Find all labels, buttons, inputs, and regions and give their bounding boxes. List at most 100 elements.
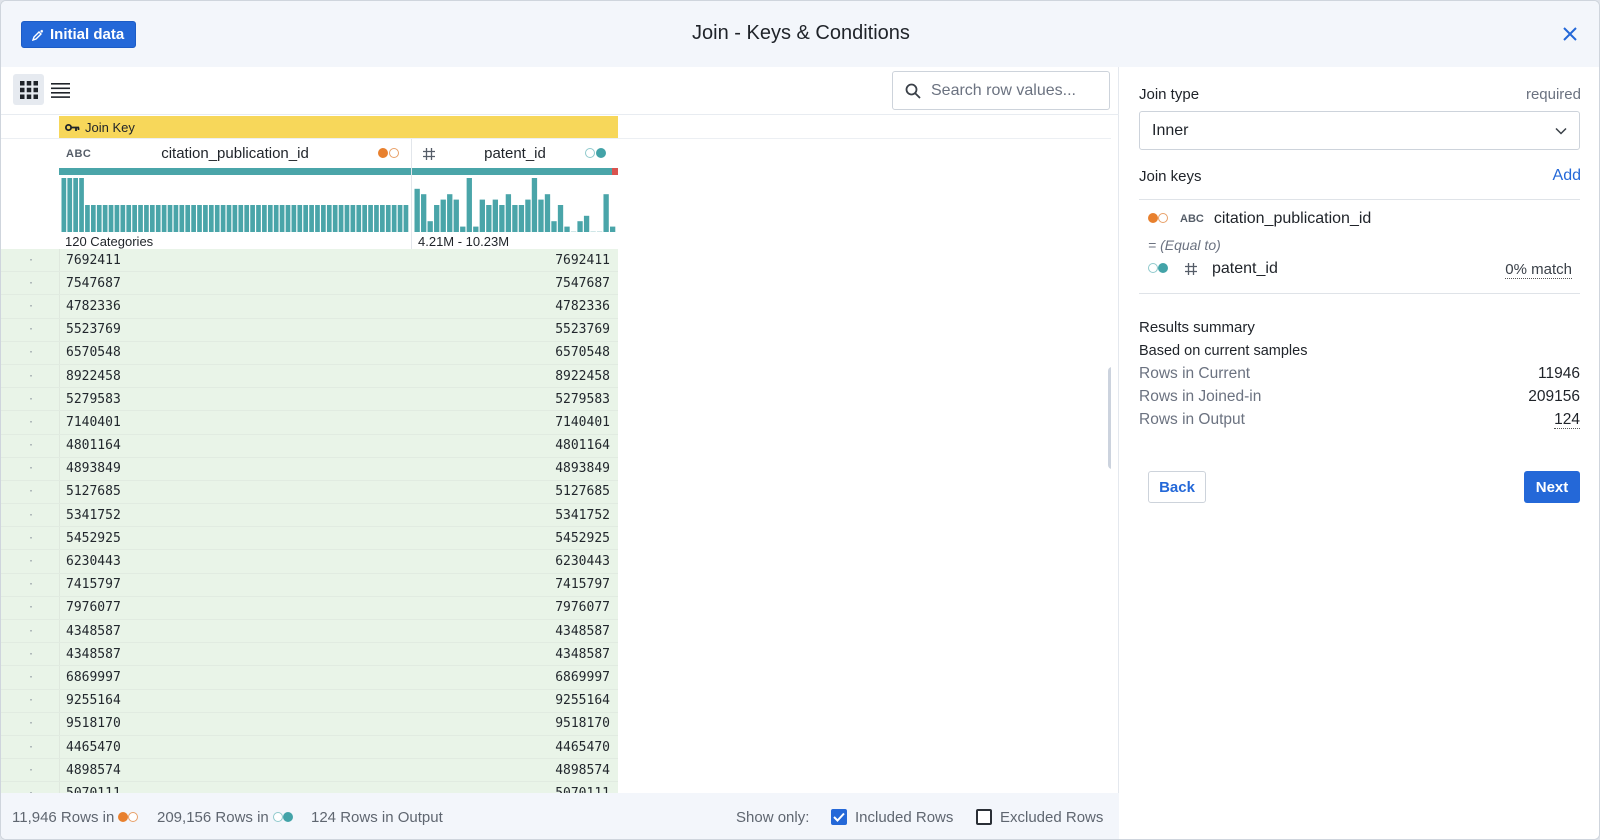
histogram-bar[interactable] bbox=[232, 205, 238, 232]
histogram-bar[interactable] bbox=[583, 215, 590, 232]
histogram-bar[interactable] bbox=[161, 205, 167, 232]
table-row[interactable]: · 4782336 4782336 bbox=[1, 295, 618, 319]
cell-patent-id[interactable]: 5279583 bbox=[555, 392, 610, 407]
histogram-bar[interactable] bbox=[460, 226, 466, 232]
table-row[interactable]: · 4893849 4893849 bbox=[1, 457, 618, 481]
histogram-bar[interactable] bbox=[309, 205, 314, 232]
search-input[interactable] bbox=[931, 81, 1101, 100]
right-join-key[interactable]: patent_id bbox=[1148, 260, 1278, 278]
histogram-bar[interactable] bbox=[238, 205, 244, 232]
cell-citation-publication-id[interactable]: 7692411 bbox=[66, 253, 121, 268]
cell-patent-id[interactable]: 4898574 bbox=[555, 763, 610, 778]
table-row[interactable]: · 6869997 6869997 bbox=[1, 666, 618, 690]
histogram-bar[interactable] bbox=[226, 205, 232, 232]
histogram-bar[interactable] bbox=[250, 205, 255, 232]
next-button[interactable]: Next bbox=[1524, 471, 1580, 503]
join-operator[interactable]: = (Equal to) bbox=[1148, 237, 1221, 253]
list-view-button[interactable] bbox=[45, 74, 76, 105]
cell-citation-publication-id[interactable]: 4465470 bbox=[66, 740, 121, 755]
cell-citation-publication-id[interactable]: 4348587 bbox=[66, 647, 121, 662]
histogram-bar[interactable] bbox=[577, 221, 583, 232]
histogram-bar[interactable] bbox=[603, 194, 609, 232]
cell-citation-publication-id[interactable]: 9255164 bbox=[66, 693, 121, 708]
cell-citation-publication-id[interactable]: 4348587 bbox=[66, 624, 121, 639]
left-join-key[interactable]: ABC citation_publication_id bbox=[1148, 210, 1371, 228]
histogram-bar[interactable] bbox=[61, 178, 67, 232]
join-type-select[interactable]: Inner bbox=[1139, 111, 1580, 150]
histogram-bar[interactable] bbox=[179, 205, 185, 232]
table-row[interactable]: · 4465470 4465470 bbox=[1, 735, 618, 760]
histogram-bar[interactable] bbox=[132, 205, 137, 232]
histogram-bar[interactable] bbox=[356, 205, 362, 232]
histogram-bar[interactable] bbox=[155, 205, 161, 232]
back-button[interactable]: Back bbox=[1148, 471, 1206, 503]
histogram-bar[interactable] bbox=[479, 199, 485, 232]
histogram-bar[interactable] bbox=[453, 199, 459, 232]
histogram-bar[interactable] bbox=[214, 205, 220, 232]
histogram-bar[interactable] bbox=[73, 178, 78, 232]
cell-citation-publication-id[interactable]: 4898574 bbox=[66, 763, 121, 778]
vertical-scrollbar[interactable] bbox=[1108, 367, 1111, 469]
cell-patent-id[interactable]: 9518170 bbox=[555, 716, 610, 731]
cell-patent-id[interactable]: 7976077 bbox=[555, 600, 610, 615]
histogram-bar[interactable] bbox=[279, 205, 285, 232]
histogram-bar[interactable] bbox=[512, 205, 518, 232]
included-rows-checkbox[interactable]: Included Rows bbox=[831, 809, 953, 826]
histogram-bar[interactable] bbox=[126, 205, 132, 232]
histogram-bar[interactable] bbox=[350, 205, 356, 232]
histogram-bar[interactable] bbox=[374, 205, 379, 232]
excluded-rows-checkbox[interactable]: Excluded Rows bbox=[976, 809, 1103, 826]
histogram-bar[interactable] bbox=[197, 205, 202, 232]
table-row[interactable]: ·50701115070111 bbox=[1, 782, 618, 793]
table-row[interactable]: · 7692411 7692411 bbox=[1, 249, 618, 273]
histogram-bar[interactable] bbox=[473, 226, 479, 232]
histogram-bar[interactable] bbox=[102, 205, 108, 232]
histogram-bar[interactable] bbox=[315, 205, 320, 232]
cell-patent-id[interactable]: 6869997 bbox=[555, 670, 610, 685]
histogram-bar[interactable] bbox=[551, 221, 557, 232]
histogram-bar[interactable] bbox=[440, 199, 446, 232]
histogram-bar[interactable] bbox=[525, 199, 531, 232]
histogram-bar[interactable] bbox=[403, 205, 409, 232]
table-row[interactable]: · 9518170 9518170 bbox=[1, 712, 618, 736]
cell-patent-id[interactable]: 4782336 bbox=[555, 299, 610, 314]
histogram-bar[interactable] bbox=[332, 205, 338, 232]
histogram-bar[interactable] bbox=[208, 205, 214, 232]
histogram-bar[interactable] bbox=[362, 205, 368, 232]
histogram-bar[interactable] bbox=[564, 226, 570, 232]
histogram-bar[interactable] bbox=[167, 205, 173, 232]
table-row[interactable]: · 4348587 4348587 bbox=[1, 620, 618, 644]
histogram-bar[interactable] bbox=[590, 231, 596, 232]
column-header[interactable]: patent_id bbox=[412, 139, 618, 168]
histogram-bar[interactable] bbox=[596, 231, 603, 232]
column-header[interactable]: ABC citation_publication_id bbox=[59, 139, 411, 168]
cell-patent-id[interactable]: 7140401 bbox=[555, 415, 610, 430]
histogram-bar[interactable] bbox=[303, 205, 309, 232]
histogram-bar[interactable] bbox=[344, 205, 350, 232]
histogram-bar[interactable] bbox=[90, 205, 96, 232]
histogram-bar[interactable] bbox=[391, 205, 397, 232]
table-row[interactable]: · 7140401 7140401 bbox=[1, 411, 618, 435]
cell-patent-id[interactable]: 5127685 bbox=[555, 484, 610, 499]
table-row[interactable]: · 5127685 5127685 bbox=[1, 480, 618, 505]
table-row[interactable]: · 5523769 5523769 bbox=[1, 318, 618, 342]
histogram-bar[interactable] bbox=[544, 194, 551, 232]
cell-citation-publication-id[interactable]: 6230443 bbox=[66, 554, 121, 569]
table-row[interactable]: · 7415797 7415797 bbox=[1, 573, 618, 597]
histogram-bar[interactable] bbox=[427, 221, 433, 232]
table-row[interactable]: · 9255164 9255164 bbox=[1, 689, 618, 713]
cell-citation-publication-id[interactable]: 5452925 bbox=[66, 531, 121, 546]
histogram-bar[interactable] bbox=[120, 205, 126, 232]
table-row[interactable]: · 8922458 8922458 bbox=[1, 364, 618, 389]
histogram-bar[interactable] bbox=[380, 205, 385, 232]
cell-patent-id[interactable]: 4465470 bbox=[555, 740, 610, 755]
cell-citation-publication-id[interactable]: 9518170 bbox=[66, 716, 121, 731]
cell-citation-publication-id[interactable]: 5341752 bbox=[66, 508, 121, 523]
cell-patent-id[interactable]: 5452925 bbox=[555, 531, 610, 546]
histogram-bar[interactable] bbox=[434, 205, 440, 232]
checkbox-checked-icon[interactable] bbox=[831, 809, 847, 825]
table-row[interactable]: · 5279583 5279583 bbox=[1, 388, 618, 412]
table-row[interactable]: · 4801164 4801164 bbox=[1, 434, 618, 458]
add-join-key-link[interactable]: Add bbox=[1553, 167, 1581, 185]
histogram-bar[interactable] bbox=[531, 178, 538, 232]
